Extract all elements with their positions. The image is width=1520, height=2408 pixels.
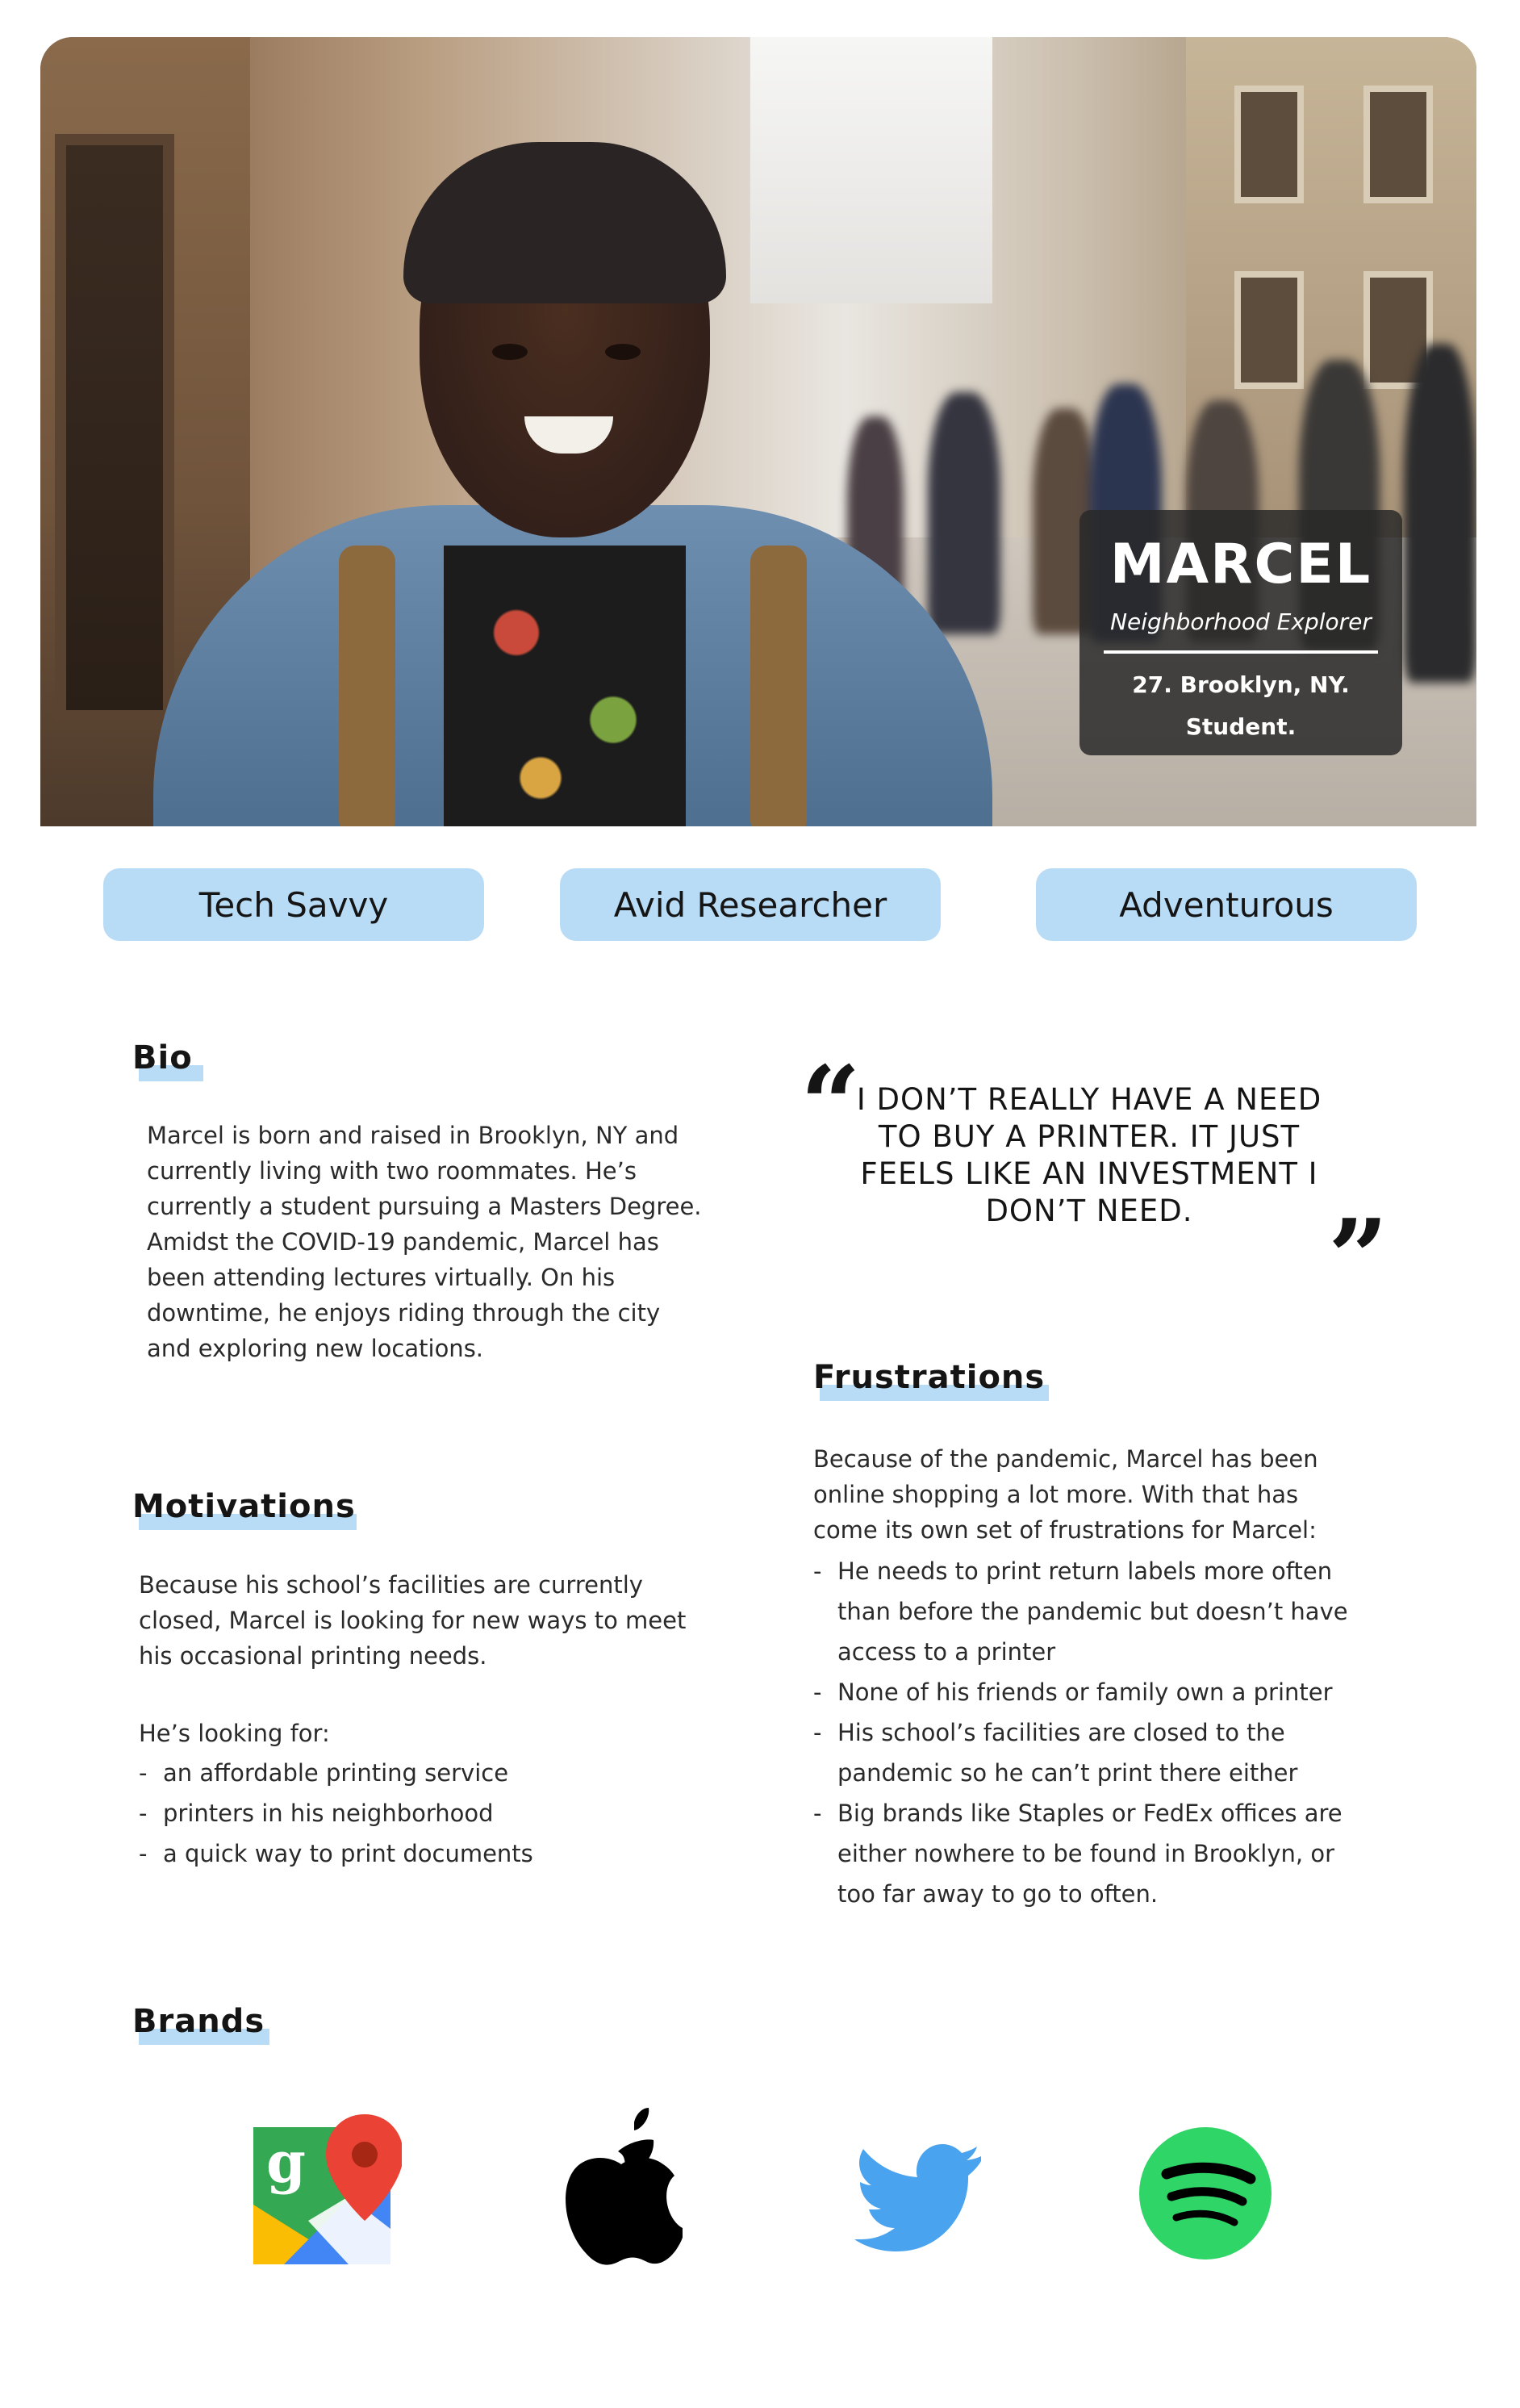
- frustrations-text: Because of the pandemic, Marcel has been…: [813, 1445, 1318, 1544]
- persona-occupation: Student.: [1185, 713, 1297, 740]
- persona-role: Neighborhood Explorer: [1110, 608, 1372, 635]
- frustrations-list: He needs to print return labels more oft…: [813, 1551, 1370, 1914]
- list-item: He needs to print return labels more oft…: [813, 1551, 1370, 1672]
- persona-quote: I DON’T REALLY HAVE A NEED TO BUY A PRIN…: [856, 1082, 1322, 1228]
- bio-text: Marcel is born and raised in Brooklyn, N…: [147, 1122, 702, 1362]
- motivations-heading: Motivations: [132, 1488, 357, 1530]
- motivations-list-intro: He’s looking for:: [139, 1720, 330, 1747]
- list-item: Big brands like Staples or FedEx offices…: [813, 1793, 1370, 1914]
- motivations-list: an affordable printing service printers …: [139, 1753, 704, 1874]
- open-quote-icon: “: [800, 1043, 861, 1166]
- persona-age-location: 27. Brooklyn, NY.: [1132, 671, 1350, 698]
- profile-card: MARCEL Neighborhood Explorer 27. Brookly…: [1079, 510, 1402, 755]
- list-item: printers in his neighborhood: [139, 1793, 704, 1833]
- list-item: a quick way to print documents: [139, 1833, 704, 1874]
- card-divider: [1104, 650, 1378, 654]
- apple-icon: [566, 2108, 683, 2265]
- bio-heading: Bio: [132, 1039, 203, 1081]
- list-item: None of his friends or family own a prin…: [813, 1672, 1370, 1712]
- list-item: His school’s facilities are closed to th…: [813, 1712, 1370, 1793]
- hero-photo: MARCEL Neighborhood Explorer 27. Brookly…: [40, 37, 1476, 826]
- google-maps-icon: g: [253, 2114, 402, 2264]
- frustrations-heading: Frustrations: [813, 1359, 1049, 1401]
- svg-text:g: g: [266, 2129, 306, 2196]
- trait-badge-avid-researcher: Avid Researcher: [560, 868, 941, 941]
- motivations-text: Because his school’s facilities are curr…: [139, 1571, 687, 1670]
- brands-heading: Brands: [132, 2003, 269, 2045]
- persona-name: MARCEL: [1109, 533, 1372, 596]
- close-quote-icon: ”: [1328, 1196, 1388, 1319]
- list-item: an affordable printing service: [139, 1753, 704, 1793]
- spotify-icon: [1139, 2127, 1272, 2260]
- trait-badge-adventurous: Adventurous: [1036, 868, 1417, 941]
- twitter-icon: [854, 2144, 981, 2251]
- trait-badge-tech-savvy: Tech Savvy: [103, 868, 484, 941]
